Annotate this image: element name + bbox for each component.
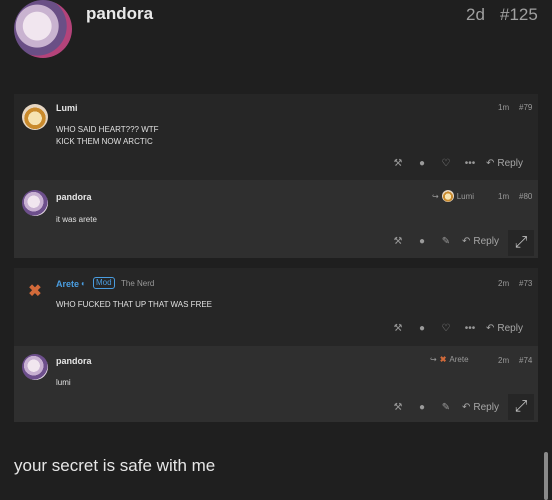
user-card-icon[interactable]: ●: [410, 323, 434, 334]
reply-label: Reply: [497, 158, 523, 169]
pencil-icon[interactable]: ✎: [434, 402, 458, 413]
reply-arrow-icon: ↶: [486, 158, 495, 169]
post-number[interactable]: #73: [519, 279, 532, 288]
reply-to-avatar: ✖: [439, 355, 447, 364]
heart-icon[interactable]: ♡: [434, 158, 458, 169]
reply-to-indicator[interactable]: ↪ Lumi: [432, 190, 474, 202]
post-number[interactable]: #79: [519, 103, 532, 112]
post-actions: ⚒ ● ✎ ↶ Reply: [386, 236, 499, 247]
post-age[interactable]: 2m: [498, 356, 509, 365]
gavel-icon[interactable]: ⚒: [386, 402, 410, 413]
reply-to-username: Arete: [449, 355, 469, 364]
post-body: lumi: [56, 377, 71, 389]
main-avatar[interactable]: [14, 0, 72, 58]
reply-to-indicator[interactable]: ↪ ✖ Arete: [430, 355, 469, 364]
reply-to-username: Lumi: [456, 191, 475, 201]
post-username[interactable]: Arete: [56, 279, 79, 289]
main-username[interactable]: pandora: [86, 4, 153, 24]
avatar-lumi[interactable]: [22, 104, 48, 130]
reply-button[interactable]: ↶ Reply: [462, 236, 499, 247]
post-body-line: WHO SAID HEART??? WTF: [56, 125, 159, 134]
reply-to-avatar: [441, 190, 454, 202]
post-actions: ⚒ ● ✎ ↶ Reply: [386, 402, 499, 413]
scrollbar[interactable]: [544, 452, 548, 500]
ellipsis-icon[interactable]: •••: [458, 158, 482, 169]
post-text: your secret is safe with me: [14, 456, 216, 475]
post-username[interactable]: pandora: [56, 192, 92, 202]
expand-icon[interactable]: ⤢: [508, 394, 534, 420]
reply-arrow-icon: ↪: [432, 191, 439, 201]
ellipsis-icon[interactable]: •••: [458, 323, 482, 334]
avatar-pandora[interactable]: [22, 190, 48, 216]
reply-label: Reply: [497, 323, 523, 334]
user-card-icon[interactable]: ●: [410, 236, 434, 247]
quoted-post-lumi: Lumi 1m #79 WHO SAID HEART??? WTF KICK T…: [14, 94, 538, 180]
reply-button[interactable]: ↶ Reply: [486, 158, 523, 169]
gavel-icon[interactable]: ⚒: [386, 236, 410, 247]
main-post-age[interactable]: 2d: [466, 5, 485, 25]
expand-icon[interactable]: ⤢: [508, 230, 534, 256]
post-actions: ⚒ ● ♡ ••• ↶ Reply: [386, 158, 523, 169]
post-username[interactable]: Lumi: [56, 103, 78, 113]
reply-arrow-icon: ↶: [462, 236, 471, 247]
user-title: The Nerd: [121, 279, 155, 288]
avatar-arete[interactable]: ✖: [22, 278, 48, 304]
post-number[interactable]: #74: [519, 356, 532, 365]
user-card-icon[interactable]: ●: [410, 158, 434, 169]
reply-arrow-icon: ↶: [462, 402, 471, 413]
post-body: WHO SAID HEART??? WTF KICK THEM NOW ARCT…: [56, 124, 159, 148]
post-body: it was arete: [56, 214, 97, 226]
post-age[interactable]: 2m: [498, 279, 509, 288]
reply-button[interactable]: ↶ Reply: [486, 323, 523, 334]
post-username[interactable]: pandora: [56, 356, 92, 366]
post-body-line: WHO FUCKED THAT UP THAT WAS FREE: [56, 300, 213, 309]
avatar-pandora[interactable]: [22, 354, 48, 380]
heart-icon[interactable]: ♡: [434, 323, 458, 334]
reply-label: Reply: [473, 402, 499, 413]
gavel-icon[interactable]: ⚒: [386, 323, 410, 334]
quoted-post-arete: ✖ Arete ◐ Mod The Nerd 2m #73 WHO FUCKED…: [14, 268, 538, 346]
quoted-post-pandora-74: pandora ↪ ✖ Arete 2m #74 lumi ⚒ ● ✎ ↶ Re…: [14, 346, 538, 422]
reply-arrow-icon: ↶: [486, 323, 495, 334]
pencil-icon[interactable]: ✎: [434, 236, 458, 247]
post-age[interactable]: 1m: [498, 192, 509, 201]
user-card-icon[interactable]: ●: [410, 402, 434, 413]
post-body-line: lumi: [56, 378, 71, 387]
quoted-post-pandora-80: pandora ↪ Lumi 1m #80 it was arete ⚒ ● ✎…: [14, 180, 538, 258]
mod-badge[interactable]: Mod: [93, 277, 115, 289]
main-post-number[interactable]: #125: [500, 5, 538, 25]
post-age[interactable]: 1m: [498, 103, 509, 112]
gavel-icon[interactable]: ⚒: [386, 158, 410, 169]
post-body: WHO FUCKED THAT UP THAT WAS FREE: [56, 299, 212, 311]
post-body-line: KICK THEM NOW ARCTIC: [56, 137, 153, 146]
reply-label: Reply: [473, 236, 499, 247]
post-number[interactable]: #80: [519, 192, 532, 201]
post-body-line: it was arete: [56, 215, 97, 224]
shield-icon: ◐: [81, 279, 86, 288]
reply-arrow-icon: ↪: [430, 355, 437, 364]
post-actions: ⚒ ● ♡ ••• ↶ Reply: [386, 323, 523, 334]
reply-button[interactable]: ↶ Reply: [462, 402, 499, 413]
